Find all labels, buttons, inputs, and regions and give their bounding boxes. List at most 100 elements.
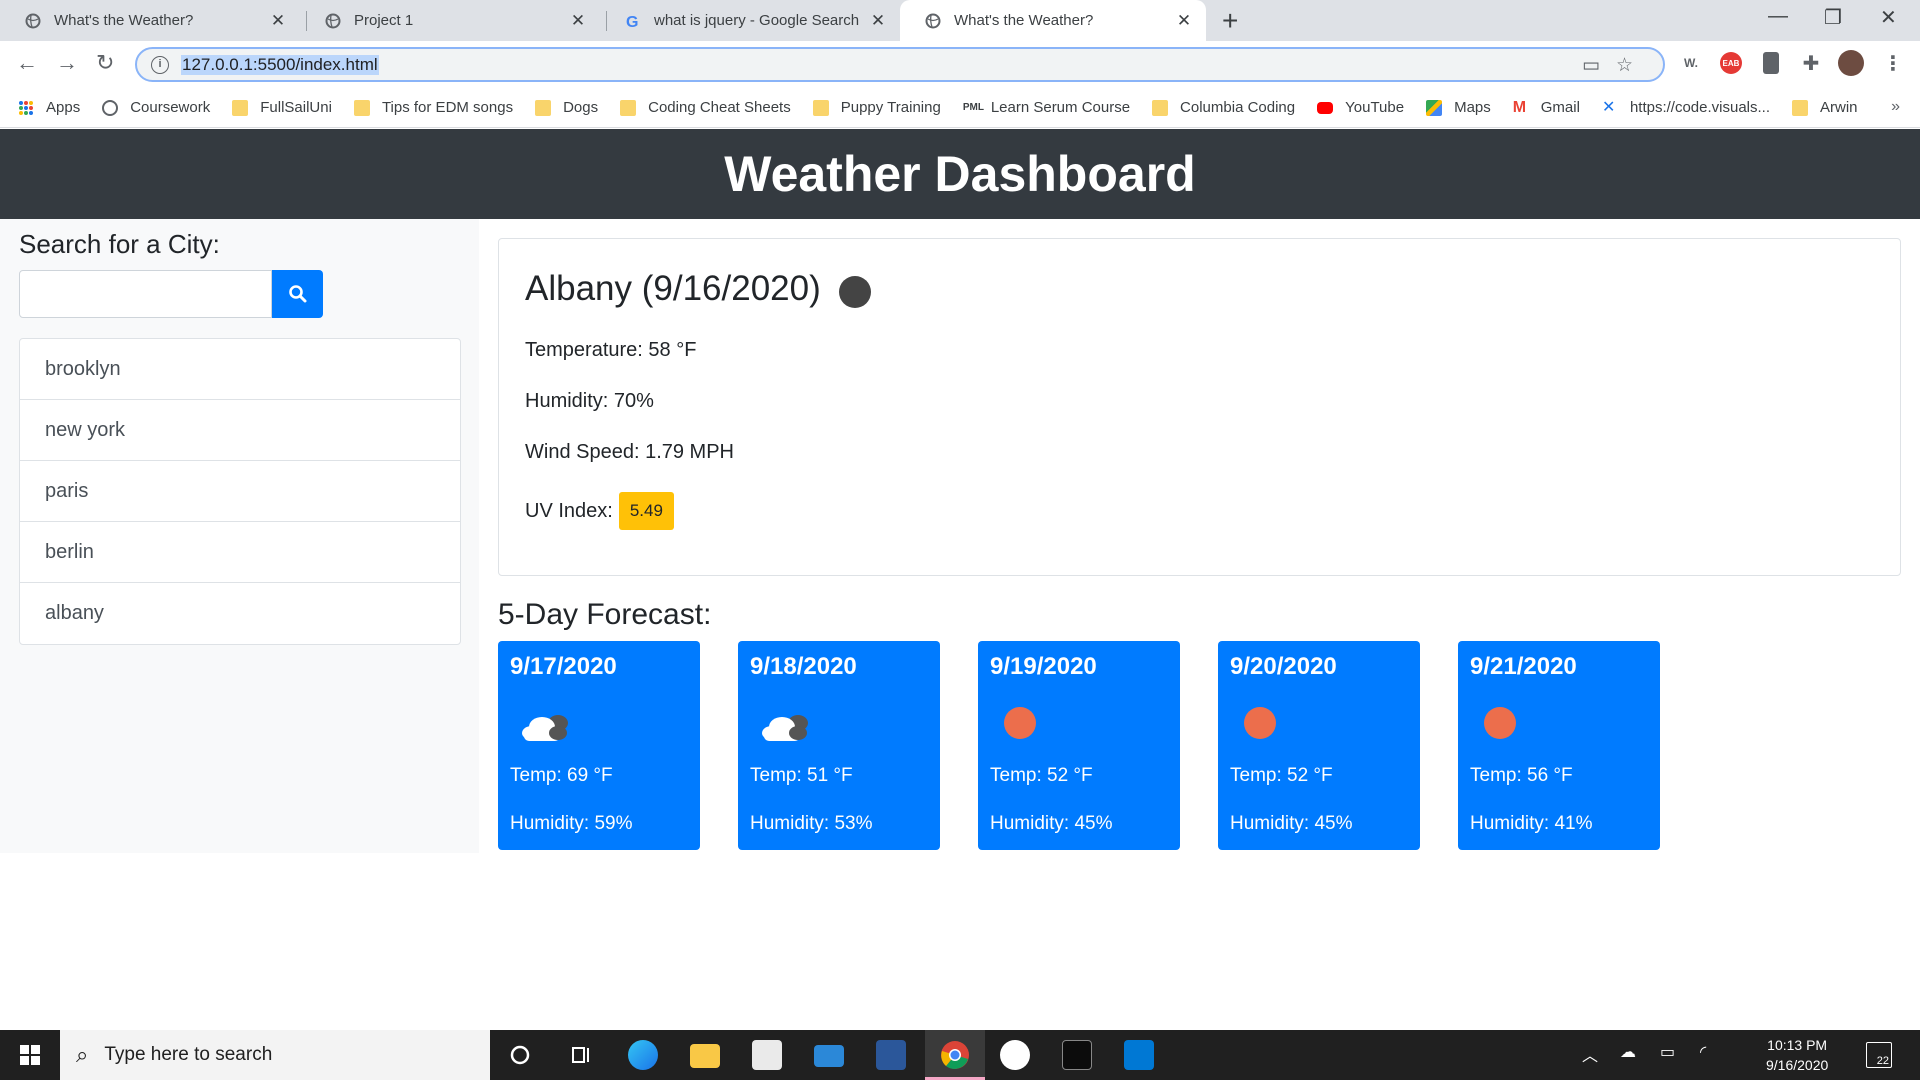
weather-main: Albany (9/16/2020) Temperature: 58 °F Hu… [498, 238, 1901, 850]
forward-icon[interactable]: → [56, 50, 78, 76]
forecast-card: 9/18/2020 Temp: 51 °F Humidity: 53% [738, 641, 940, 850]
bookmark-columbia-coding[interactable]: Columbia Coding [1152, 99, 1295, 116]
cast-icon[interactable]: ▭ [1582, 55, 1616, 76]
tab-strip: What's the Weather? ✕ Project 1 ✕ G what… [0, 0, 1920, 41]
forecast-card: 9/17/2020 Temp: 69 °F Humidity: 59% [498, 641, 700, 850]
bookmark-serum-course[interactable]: PML Learn Serum Course [963, 99, 1130, 116]
tab-0[interactable]: What's the Weather? ✕ [0, 0, 300, 41]
star-icon[interactable]: ☆ [1616, 55, 1649, 76]
wifi-icon[interactable]: ◜ [1700, 1042, 1706, 1062]
new-tab-icon[interactable]: + [1222, 5, 1238, 37]
file-explorer-icon[interactable] [690, 1044, 720, 1068]
bookmark-label: Maps [1454, 99, 1491, 116]
profile-avatar[interactable] [1838, 50, 1864, 76]
bookmark-youtube[interactable]: YouTube [1317, 99, 1404, 116]
bookmark-fullsailuni[interactable]: FullSailUni [232, 99, 332, 116]
cortana-icon[interactable] [505, 1040, 535, 1070]
info-icon[interactable]: i [151, 55, 169, 74]
system-clock[interactable]: 10:13 PM 9/16/2020 [1766, 1035, 1828, 1075]
folder-icon [620, 99, 637, 116]
menu-icon[interactable]: ⋮ [1880, 50, 1906, 76]
close-icon[interactable]: ✕ [268, 11, 288, 31]
youtube-icon [1317, 101, 1334, 114]
bookmark-arwin[interactable]: Arwin [1792, 99, 1858, 116]
windows-start-icon[interactable] [20, 1045, 40, 1070]
history-item[interactable]: new york [20, 400, 460, 461]
current-weather-card: Albany (9/16/2020) Temperature: 58 °F Hu… [498, 238, 1901, 576]
history-item[interactable]: brooklyn [20, 339, 460, 400]
google-icon: G [624, 12, 642, 30]
close-icon[interactable]: ✕ [568, 11, 588, 31]
city-search-input[interactable] [19, 270, 272, 318]
reload-icon[interactable]: ↻ [96, 50, 114, 76]
sun-icon [990, 701, 1168, 747]
sun-icon [1230, 701, 1408, 747]
extension-icon[interactable] [1758, 50, 1784, 76]
chrome-taskbar-button[interactable] [925, 1030, 985, 1080]
forecast-card: 9/20/2020 Temp: 52 °F Humidity: 45% [1218, 641, 1420, 850]
eab-extension-icon[interactable]: EAB [1718, 50, 1744, 76]
bookmark-dogs[interactable]: Dogs [535, 99, 598, 116]
tab-title: what is jquery - Google Search [654, 12, 860, 29]
history-item[interactable]: paris [20, 461, 460, 522]
taskbar-search[interactable]: ⌕ Type here to search [60, 1030, 490, 1080]
tab-2[interactable]: G what is jquery - Google Search ✕ [600, 0, 900, 41]
bookmark-maps[interactable]: Maps [1426, 99, 1491, 116]
bookmark-label: FullSailUni [260, 99, 332, 116]
slack-icon[interactable] [1000, 1040, 1030, 1070]
bookmark-label: Puppy Training [840, 99, 941, 116]
address-bar[interactable]: i 127.0.0.1:5500/index.html ▭☆ [135, 47, 1665, 82]
terminal-icon[interactable] [1062, 1040, 1092, 1070]
notification-center[interactable]: 22 [1866, 1042, 1892, 1068]
browser-toolbar: ← → ↻ i 127.0.0.1:5500/index.html ▭☆ W. … [0, 41, 1920, 88]
history-item[interactable]: albany [20, 583, 460, 644]
restore-icon[interactable]: ❐ [1824, 5, 1842, 30]
current-wind: Wind Speed: 1.79 MPH [525, 441, 734, 463]
bookmark-coursework[interactable]: Coursework [102, 99, 210, 116]
tab-3[interactable]: What's the Weather? ✕ [900, 0, 1206, 41]
search-icon [288, 285, 306, 303]
puzzle-extensions-icon[interactable]: ✚ [1798, 50, 1824, 76]
folder-icon [232, 99, 249, 116]
page-title: Weather Dashboard [724, 146, 1196, 202]
close-icon[interactable]: ✕ [1174, 11, 1194, 31]
forecast-date: 9/20/2020 [1230, 653, 1337, 680]
more-bookmarks-icon[interactable]: » [1891, 98, 1900, 116]
minimize-icon[interactable]: — [1768, 5, 1788, 28]
pml-icon: PML [962, 101, 984, 113]
bookmark-edm-tips[interactable]: Tips for EDM songs [353, 99, 513, 116]
bookmark-vscode[interactable]: ✕ https://code.visuals... [1602, 99, 1770, 116]
bookmark-coding-cheat-sheets[interactable]: Coding Cheat Sheets [620, 99, 791, 116]
folder-icon [1792, 99, 1809, 116]
edge-icon[interactable] [628, 1040, 658, 1070]
sun-icon [1470, 701, 1648, 747]
bookmarks-bar: Apps Coursework FullSailUni Tips for EDM… [0, 88, 1920, 128]
mail-icon[interactable] [814, 1045, 844, 1067]
bookmark-gmail[interactable]: M Gmail [1513, 99, 1580, 116]
w-extension-icon[interactable]: W. [1678, 50, 1704, 76]
back-icon[interactable]: ← [16, 50, 38, 76]
forecast-date: 9/18/2020 [750, 653, 857, 680]
forecast-date: 9/21/2020 [1470, 653, 1577, 680]
search-heading: Search for a City: [19, 229, 220, 259]
current-city-heading: Albany (9/16/2020) [525, 269, 1874, 309]
notification-count: 22 [1876, 1055, 1889, 1067]
word-icon[interactable] [876, 1040, 906, 1070]
onedrive-icon[interactable]: ☁ [1620, 1042, 1636, 1062]
store-icon[interactable] [752, 1040, 782, 1070]
tray-chevron-icon[interactable]: ︿ [1582, 1042, 1598, 1066]
battery-icon[interactable]: ▭ [1660, 1042, 1675, 1062]
bookmark-label: YouTube [1345, 99, 1405, 116]
url-text[interactable]: 127.0.0.1:5500/index.html [181, 54, 379, 75]
search-sidebar: Search for a City: brooklyn new york par… [0, 219, 479, 853]
task-view-icon[interactable] [567, 1040, 597, 1070]
vscode-taskbar-icon[interactable] [1124, 1040, 1154, 1070]
bookmark-puppy-training[interactable]: Puppy Training [812, 99, 941, 116]
forecast-temp: Temp: 51 °F [750, 765, 853, 786]
tab-1[interactable]: Project 1 ✕ [300, 0, 600, 41]
close-icon[interactable]: ✕ [868, 11, 888, 31]
history-item[interactable]: berlin [20, 522, 460, 583]
search-button[interactable] [272, 270, 323, 318]
close-window-icon[interactable]: ✕ [1880, 5, 1897, 30]
bookmark-apps[interactable]: Apps [18, 99, 80, 116]
